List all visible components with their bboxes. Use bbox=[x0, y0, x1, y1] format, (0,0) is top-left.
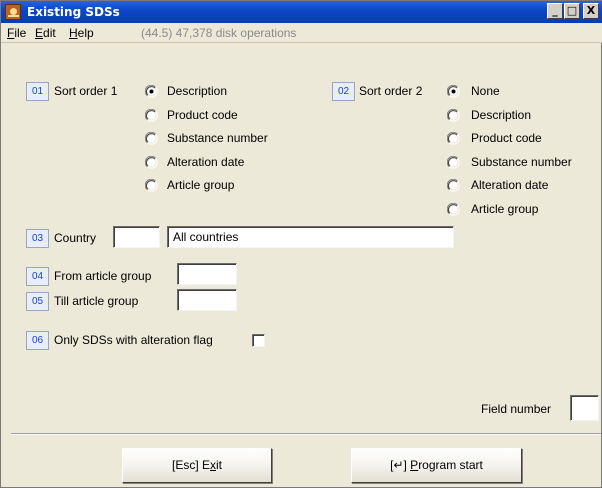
sort1-radio-article-group[interactable] bbox=[145, 179, 158, 193]
alteration-flag-checkbox[interactable] bbox=[252, 334, 265, 347]
maximize-button[interactable]: □ bbox=[564, 3, 580, 19]
title-bar: Existing SDSs _ □ X bbox=[1, 1, 602, 23]
sort2-label-substance-number: Substance number bbox=[471, 154, 572, 169]
sort-order-1-label: Sort order 1 bbox=[54, 84, 118, 98]
field-number-input[interactable] bbox=[570, 395, 599, 421]
till-article-group-input[interactable] bbox=[177, 289, 237, 311]
sort-order-2-label: Sort order 2 bbox=[359, 84, 423, 98]
field-num-04[interactable]: 04 bbox=[26, 267, 49, 286]
hazard-app-icon bbox=[5, 4, 21, 20]
bottom-divider bbox=[11, 433, 601, 435]
sort2-label-alteration-date: Alteration date bbox=[471, 178, 549, 193]
sort1-label-product-code: Product code bbox=[167, 107, 238, 122]
sort2-label-none: None bbox=[471, 84, 500, 98]
till-article-group-label: Till article group bbox=[54, 294, 139, 308]
sort2-label-description: Description bbox=[471, 107, 532, 122]
menu-file[interactable]: File bbox=[7, 26, 26, 40]
from-article-group-label: From article group bbox=[54, 269, 152, 283]
sort2-radio-alteration-date[interactable] bbox=[447, 179, 460, 193]
field-num-03[interactable]: 03 bbox=[26, 229, 49, 248]
from-article-group-input[interactable] bbox=[177, 263, 237, 285]
field-num-05[interactable]: 05 bbox=[26, 292, 49, 311]
menu-help[interactable]: Help bbox=[69, 26, 94, 40]
disk-operations-status: (44.5) 47,378 disk operations bbox=[141, 26, 297, 40]
sort2-radio-product-code[interactable] bbox=[447, 132, 460, 145]
menu-bar: File Edit Help (44.5) 47,378 disk operat… bbox=[1, 23, 602, 43]
sort2-radio-description[interactable] bbox=[447, 108, 460, 122]
sort1-label-substance-number: Substance number bbox=[167, 131, 268, 146]
sort1-label-description: Description bbox=[167, 84, 228, 98]
sort1-radio-description[interactable] bbox=[145, 85, 158, 98]
sort1-radio-alteration-date[interactable] bbox=[145, 155, 158, 169]
field-num-02[interactable]: 02 bbox=[332, 82, 355, 101]
close-button[interactable]: X bbox=[583, 3, 599, 19]
menu-edit[interactable]: Edit bbox=[35, 26, 56, 40]
sort2-radio-substance-number[interactable] bbox=[447, 155, 460, 169]
sort2-radio-article-group[interactable] bbox=[447, 203, 460, 216]
alteration-flag-label: Only SDSs with alteration flag bbox=[54, 333, 213, 347]
exit-button[interactable]: [Esc] Exit bbox=[122, 448, 272, 483]
sort1-radio-product-code[interactable] bbox=[145, 108, 158, 122]
sort2-label-product-code: Product code bbox=[471, 131, 542, 146]
window-title: Existing SDSs bbox=[27, 5, 120, 19]
sort1-label-alteration-date: Alteration date bbox=[167, 154, 245, 169]
program-start-button[interactable]: [↵] Program start bbox=[351, 448, 522, 483]
country-code-input[interactable] bbox=[113, 226, 160, 248]
field-num-06[interactable]: 06 bbox=[26, 331, 49, 350]
country-name-field[interactable]: All countries bbox=[167, 226, 454, 248]
country-label: Country bbox=[54, 231, 97, 245]
sort1-radio-substance-number[interactable] bbox=[145, 132, 158, 145]
field-num-01[interactable]: 01 bbox=[26, 82, 49, 101]
sds-window: Existing SDSs _ □ X File Edit Help (44.5… bbox=[0, 0, 602, 488]
minimize-button[interactable]: _ bbox=[547, 3, 563, 19]
sort1-label-article-group: Article group bbox=[167, 178, 235, 193]
field-number-label: Field number bbox=[481, 402, 552, 416]
sort2-radio-none[interactable] bbox=[447, 85, 460, 98]
sort2-label-article-group: Article group bbox=[471, 202, 539, 216]
